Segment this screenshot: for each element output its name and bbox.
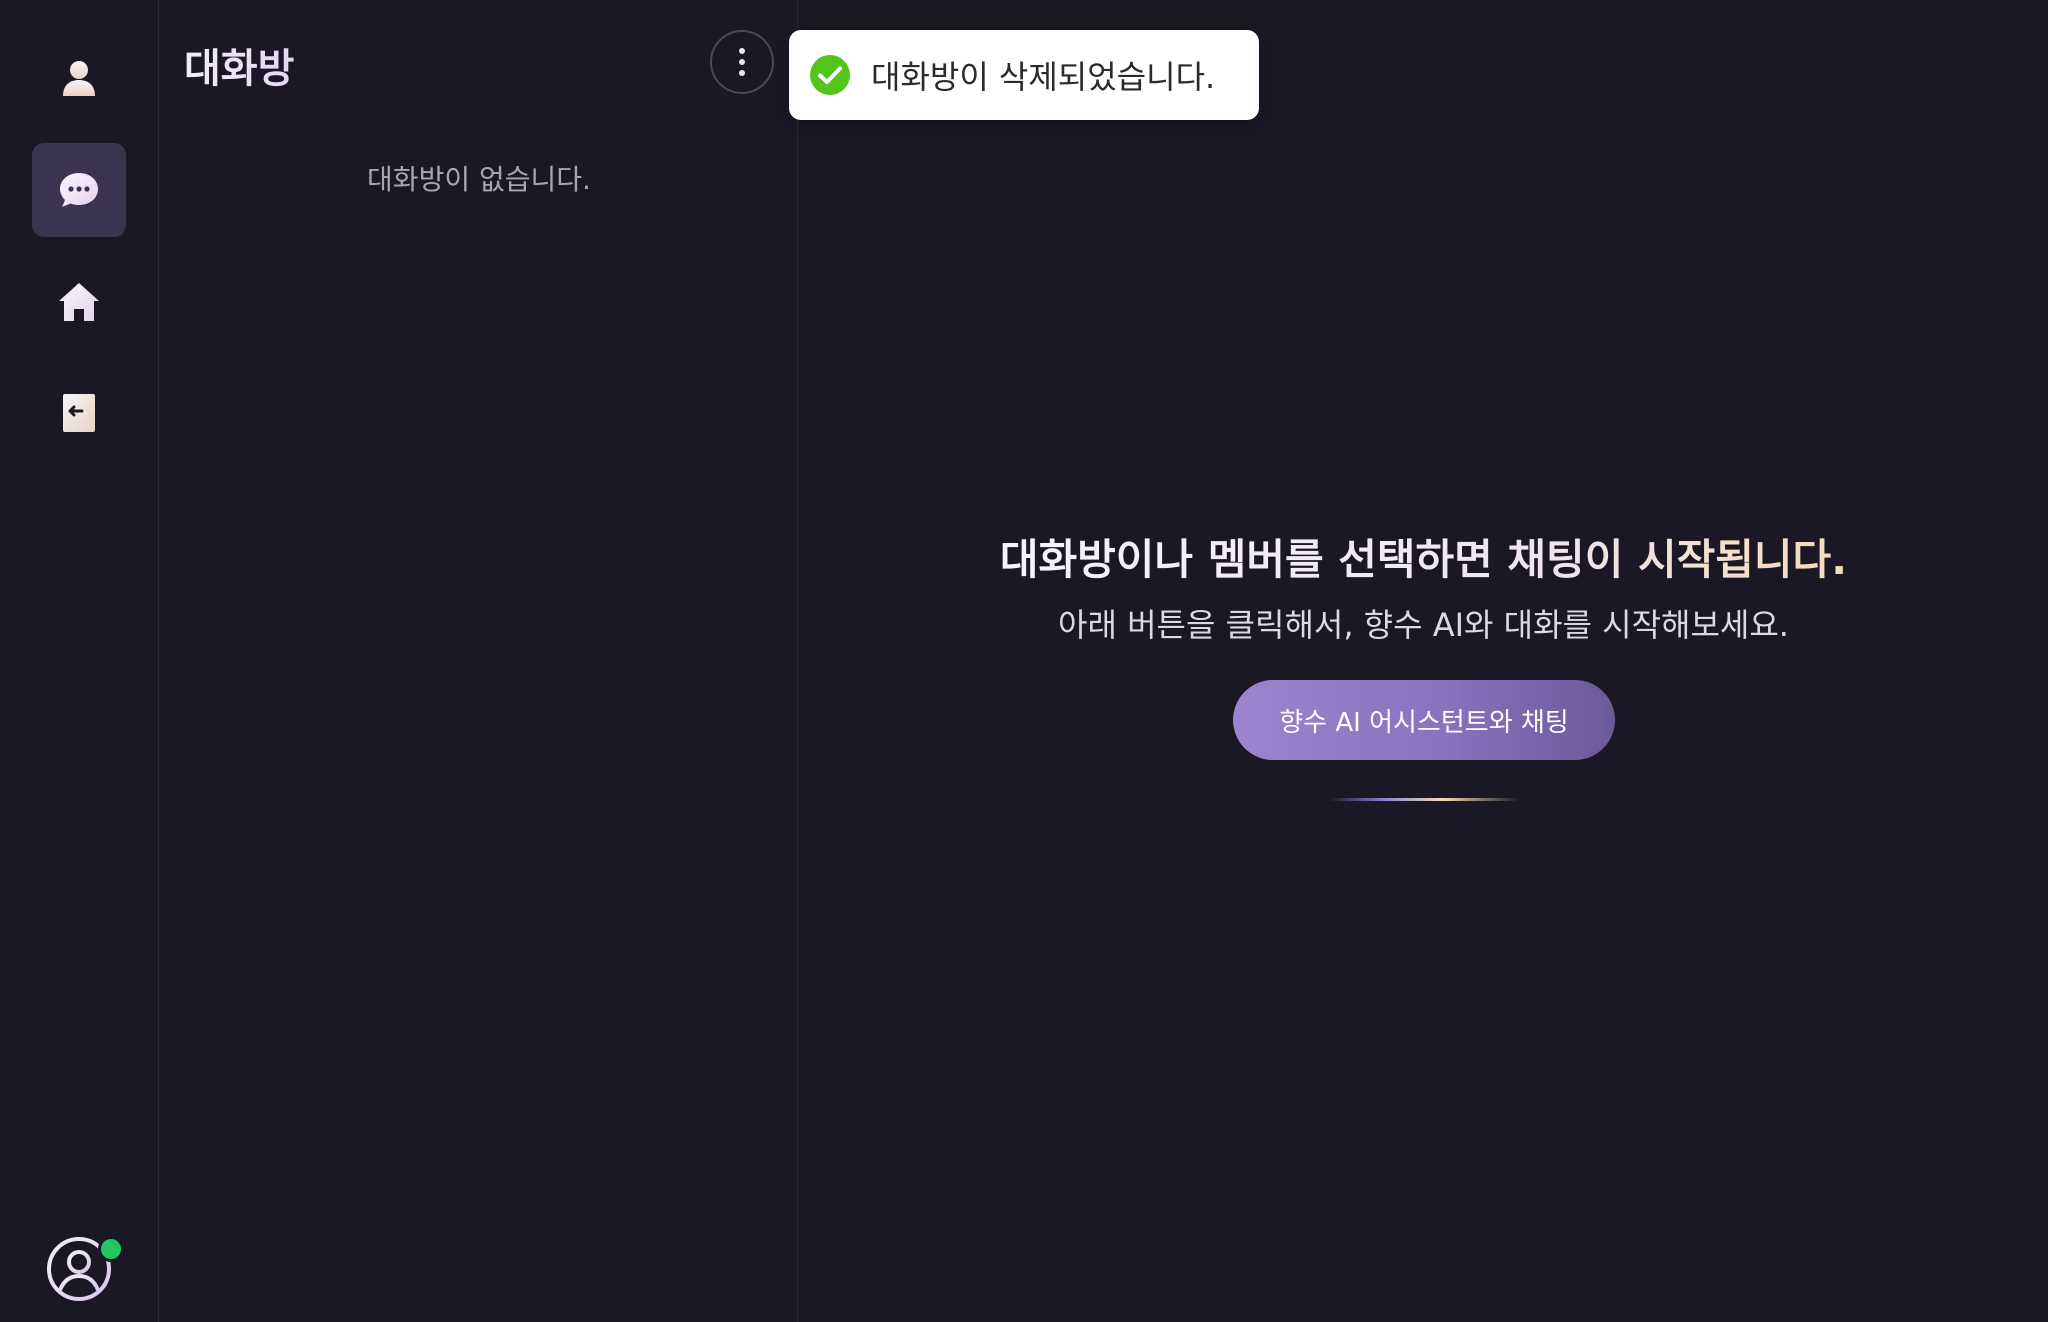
welcome-title: 대화방이나 멤버를 선택하면 채팅이 시작됩니다.	[799, 526, 2048, 587]
app-root: 대화방 대화방이 없습니다. 대화방이나 멤버를 선택하면 채팅이 시작됩니다.…	[0, 0, 2048, 1322]
chat-list-panel: 대화방 대화방이 없습니다.	[160, 0, 798, 1322]
chat-with-ai-assistant-button[interactable]: 향수 AI 어시스턴트와 채팅	[1233, 680, 1615, 760]
welcome-title-text: 대화방이나 멤버를 선택하면 채팅이 시작됩니다.	[999, 535, 1848, 584]
chat-list-title: 대화방	[184, 36, 294, 94]
sidebar-item-logout[interactable]	[32, 366, 126, 460]
online-status-dot	[98, 1236, 124, 1262]
more-vertical-icon	[739, 48, 745, 76]
toast-notification: 대화방이 삭제되었습니다.	[789, 30, 1259, 120]
success-check-icon	[810, 55, 850, 95]
sidebar-item-chat[interactable]	[32, 143, 126, 237]
user-icon	[63, 61, 95, 96]
icon-sidebar	[0, 0, 159, 1322]
more-options-button[interactable]	[710, 30, 774, 94]
toast-message: 대화방이 삭제되었습니다.	[871, 58, 1216, 96]
home-icon	[59, 283, 99, 321]
main-chat-area: 대화방이나 멤버를 선택하면 채팅이 시작됩니다. 아래 버튼을 클릭해서, 향…	[799, 0, 2048, 1322]
sidebar-item-home[interactable]	[32, 255, 126, 349]
profile-avatar-button[interactable]	[46, 1236, 124, 1302]
chat-bubble-icon	[60, 173, 98, 207]
logout-icon	[63, 394, 95, 432]
decorative-underline	[1329, 798, 1519, 801]
sidebar-item-profile[interactable]	[32, 31, 126, 125]
empty-chat-list-message: 대화방이 없습니다.	[367, 163, 591, 196]
welcome-subtitle: 아래 버튼을 클릭해서, 향수 AI와 대화를 시작해보세요.	[1058, 606, 1789, 644]
